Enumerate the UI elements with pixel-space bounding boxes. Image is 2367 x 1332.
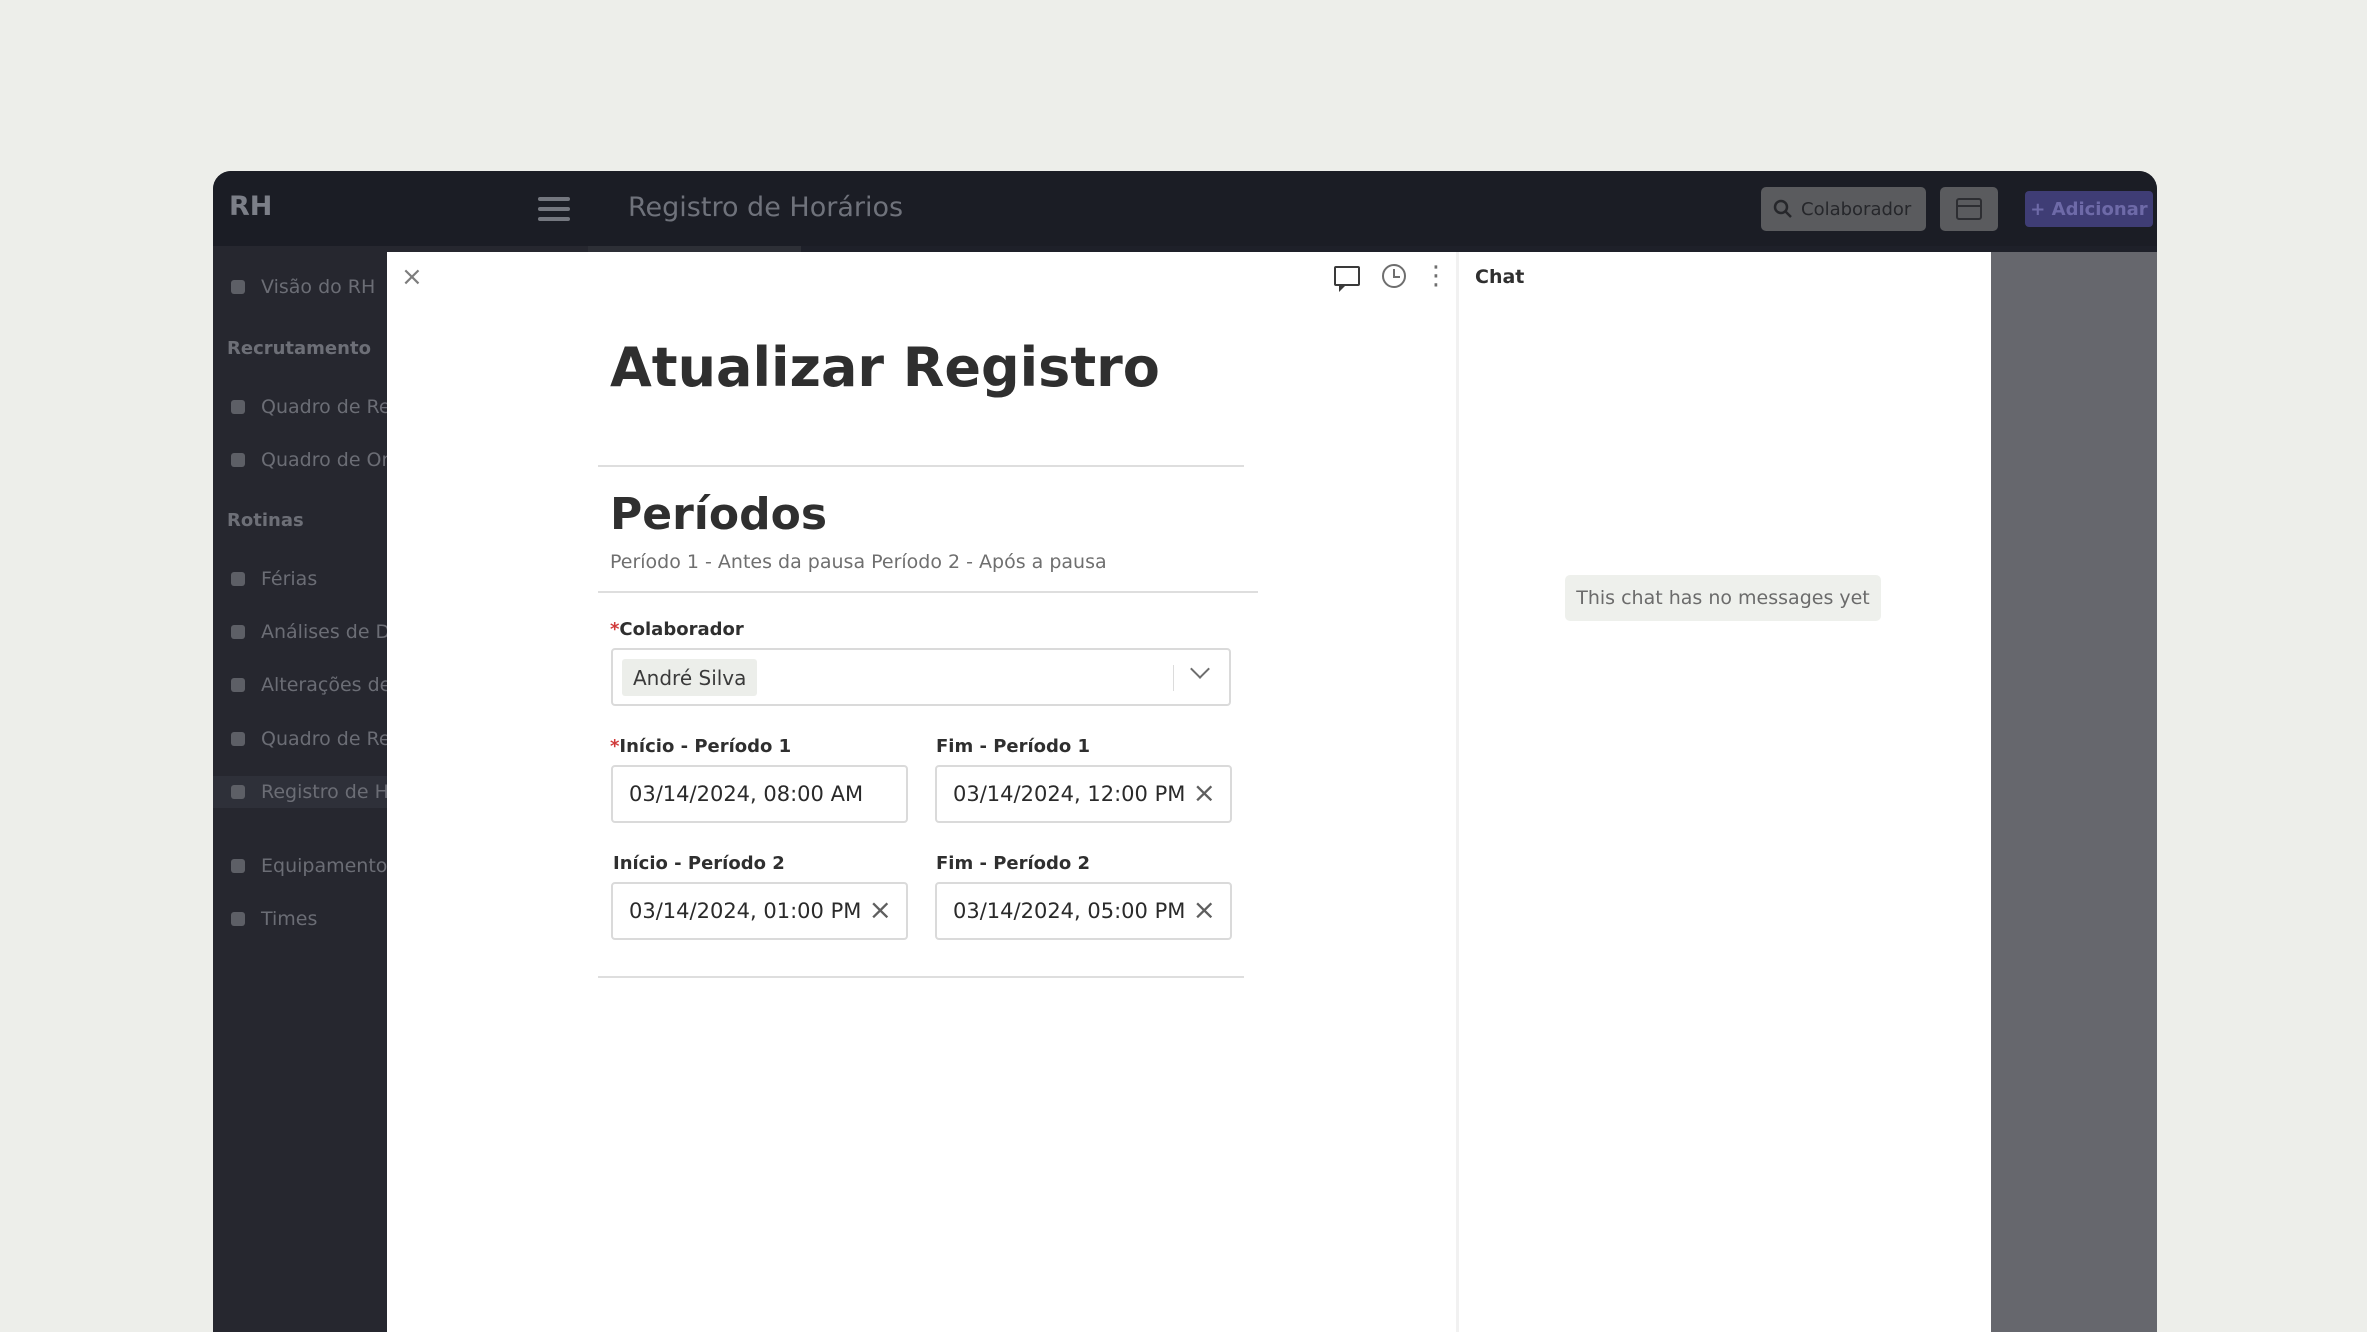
title-divider [598,465,1244,467]
team-icon [231,912,245,926]
form-bottom-divider [598,976,1244,978]
search-icon [1773,199,1792,218]
form-title: Atualizar Registro [610,336,1160,399]
chart-icon [231,625,245,639]
fim-periodo-1-value: 03/14/2024, 12:00 PM [953,782,1186,806]
fim-periodo-1-label: Fim - Período 1 [936,736,1091,757]
more-vertical-icon: ⋮ [1423,261,1449,291]
required-mark: * [610,619,620,640]
more-options-button[interactable]: ⋮ [1422,262,1450,290]
sidebar-section-rotinas: Rotinas [227,510,304,531]
sidebar-item-analises[interactable]: Análises de D [231,616,390,648]
update-record-modal: × ⋮ Atualizar Registro Períodos Período … [387,252,1991,1332]
search-button-label: Colaborador [1801,198,1912,220]
section-subtitle: Período 1 - Antes da pausa Período 2 - A… [610,551,1107,573]
sidebar-item-quadro-organizacional[interactable]: Quadro de Or [231,444,389,476]
page-title: Registro de Horários [628,192,904,223]
sidebar-item-ferias[interactable]: Férias [231,563,317,595]
laptop-icon [231,859,245,873]
sidebar-item-equipamentos[interactable]: Equipamentos [231,850,397,882]
calendar-button[interactable] [1940,187,1998,231]
fim-periodo-2-input[interactable]: 03/14/2024, 05:00 PM × [935,882,1232,940]
sidebar-item-alteracoes[interactable]: Alterações de [231,669,391,701]
add-button[interactable]: + Adicionar [2025,191,2153,227]
clock-icon [1382,264,1406,288]
inicio-periodo-2-value: 03/14/2024, 01:00 PM [629,899,862,923]
calendar-icon [1956,198,1982,220]
colaborador-select[interactable]: André Silva [611,648,1231,706]
inicio-periodo-1-value: 03/14/2024, 08:00 AM [629,782,864,806]
search-button[interactable]: Colaborador [1761,187,1926,231]
clear-icon[interactable]: × [1193,896,1216,924]
chat-title: Chat [1475,266,1525,288]
inicio-periodo-2-label: Início - Período 2 [613,853,785,874]
top-bar: RH Registro de Horários Colaborador + Ad… [213,171,2157,246]
person-icon [231,280,245,294]
umbrella-icon [231,572,245,586]
comment-icon [1334,266,1360,292]
section-divider [598,591,1258,593]
inicio-periodo-1-input[interactable]: 03/14/2024, 08:00 AM [611,765,908,823]
org-icon [231,453,245,467]
clear-icon[interactable]: × [1193,779,1216,807]
selected-colaborador-tag: André Silva [622,659,758,696]
panel-divider [1456,252,1459,1332]
select-separator [1173,665,1174,691]
brand-logo: RH [229,191,273,222]
hamburger-menu-icon[interactable] [538,197,570,221]
sidebar-section-recrutamento: Recrutamento [227,338,371,359]
history-button[interactable] [1380,262,1408,290]
required-mark: * [610,736,620,757]
sidebar-item-quadro-recrutamento[interactable]: Quadro de Re [231,391,391,423]
colaborador-label: *Colaborador [610,619,744,640]
sidebar-item-visao-rh[interactable]: Visão do RH [231,271,375,303]
sidebar-item-quadro-registro[interactable]: Quadro de Re [231,723,391,755]
fim-periodo-2-value: 03/14/2024, 05:00 PM [953,899,1186,923]
hourglass-icon [231,785,245,799]
close-icon[interactable]: × [401,262,423,292]
overlay-backdrop-right [1991,252,2157,1332]
fim-periodo-2-label: Fim - Período 2 [936,853,1091,874]
clear-icon[interactable]: × [869,896,892,924]
circle-icon [231,732,245,746]
board-icon [231,400,245,414]
fim-periodo-1-input[interactable]: 03/14/2024, 12:00 PM × [935,765,1232,823]
chat-empty-message: This chat has no messages yet [1565,575,1881,621]
rocket-icon [231,678,245,692]
chevron-down-icon[interactable] [1190,659,1210,679]
sidebar-item-times[interactable]: Times [231,903,317,935]
inicio-periodo-2-input[interactable]: 03/14/2024, 01:00 PM × [611,882,908,940]
inicio-periodo-1-label: *Início - Período 1 [610,736,792,757]
section-title: Períodos [610,489,828,540]
comment-button[interactable] [1333,262,1361,292]
